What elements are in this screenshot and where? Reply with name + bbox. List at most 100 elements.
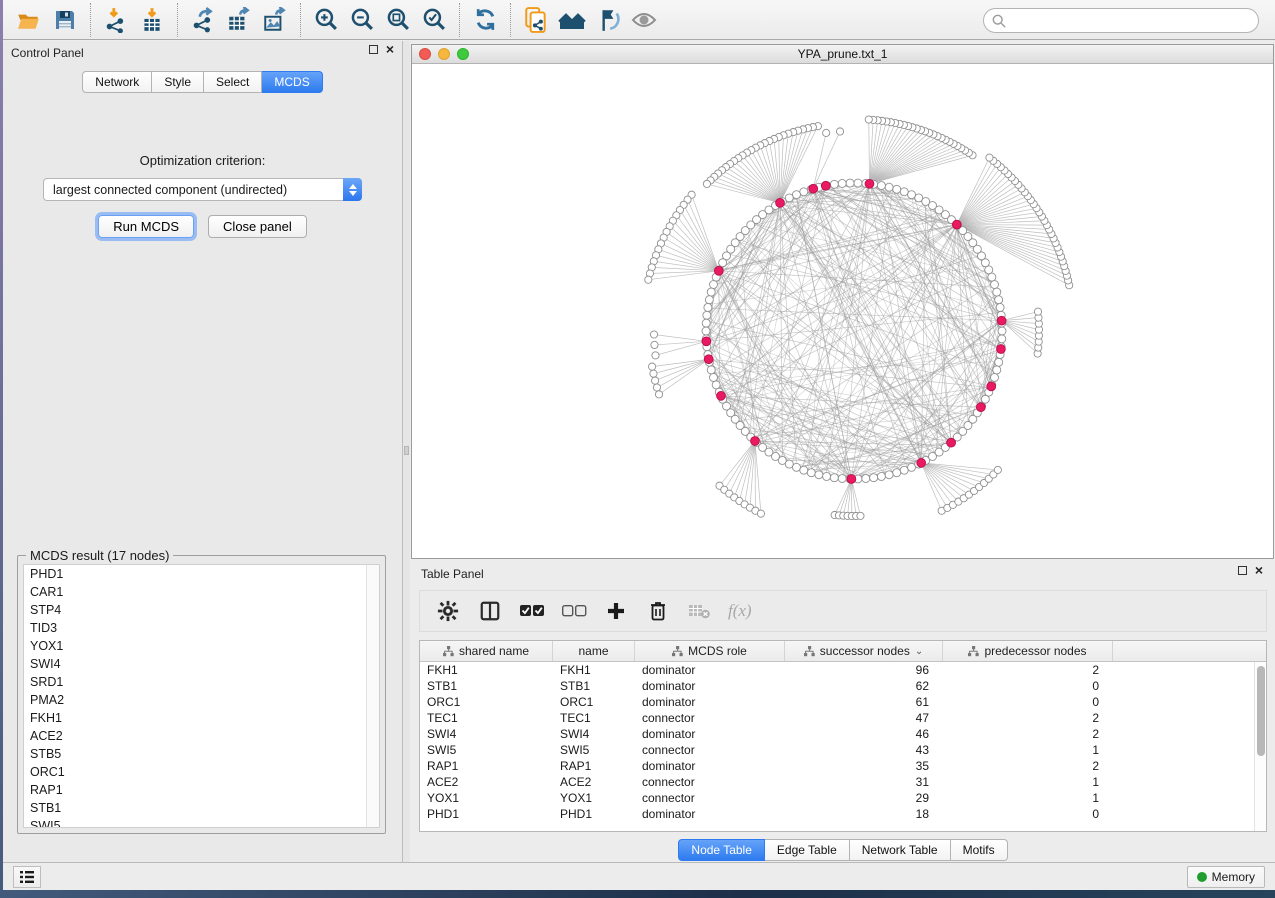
run-mcds-button[interactable]: Run MCDS <box>98 215 194 238</box>
search-field[interactable] <box>983 8 1259 33</box>
graph-node[interactable] <box>885 183 893 191</box>
graph-node[interactable] <box>993 288 1001 296</box>
graph-node[interactable] <box>893 185 901 193</box>
mcds-result-item[interactable]: STB1 <box>24 799 379 817</box>
graph-leaf-node[interactable] <box>650 370 657 377</box>
graph-leaf-node[interactable] <box>857 512 864 519</box>
table-settings-button[interactable] <box>434 597 462 625</box>
mcds-result-item[interactable]: CAR1 <box>24 583 379 601</box>
mcds-result-item[interactable]: ORC1 <box>24 763 379 781</box>
graph-node[interactable] <box>709 281 717 289</box>
tab-style[interactable]: Style <box>152 71 204 93</box>
graph-node[interactable] <box>996 303 1004 311</box>
table-cell[interactable]: TEC1 <box>553 710 635 726</box>
graph-node[interactable] <box>792 463 800 471</box>
close-panel-button[interactable]: Close panel <box>208 215 307 238</box>
table-cell[interactable]: 2 <box>943 726 1113 742</box>
table-cell[interactable]: YOX1 <box>553 790 635 806</box>
table-tab-edge-table[interactable]: Edge Table <box>765 839 850 861</box>
mcds-result-item[interactable]: STP4 <box>24 601 379 619</box>
table-row[interactable]: TEC1TEC1connector472 <box>420 710 1266 726</box>
table-cell[interactable]: ORC1 <box>553 694 635 710</box>
table-tab-motifs[interactable]: Motifs <box>951 839 1008 861</box>
table-cell[interactable]: STB1 <box>553 678 635 694</box>
table-cell[interactable]: RAP1 <box>420 758 553 774</box>
table-row[interactable]: SWI4SWI4dominator462 <box>420 726 1266 742</box>
graph-leaf-node[interactable] <box>757 510 764 517</box>
open-file-button[interactable] <box>11 4 47 36</box>
table-cell[interactable]: dominator <box>635 678 785 694</box>
graph-node[interactable] <box>707 288 715 296</box>
graph-node[interactable] <box>988 273 996 281</box>
table-cell[interactable]: TEC1 <box>420 710 553 726</box>
table-row[interactable]: FKH1FKH1dominator962 <box>420 662 1266 678</box>
table-cell[interactable]: dominator <box>635 694 785 710</box>
graph-leaf-node[interactable] <box>649 363 656 370</box>
delete-column-button[interactable] <box>644 597 672 625</box>
graph-node[interactable] <box>885 471 893 479</box>
table-cell[interactable]: ORC1 <box>420 694 553 710</box>
graph-leaf-node[interactable] <box>651 377 658 384</box>
tab-select[interactable]: Select <box>204 71 262 93</box>
graph-node[interactable] <box>900 188 908 196</box>
zoom-out-button[interactable] <box>344 4 380 36</box>
table-cell[interactable]: FKH1 <box>420 662 553 678</box>
table-cell[interactable]: 2 <box>943 758 1113 774</box>
graph-node[interactable] <box>709 373 717 381</box>
graph-mcds-node[interactable] <box>821 181 830 190</box>
mcds-result-item[interactable]: PHD1 <box>24 565 379 583</box>
graph-node[interactable] <box>838 179 846 187</box>
first-neighbors-button[interactable] <box>554 4 590 36</box>
graph-node[interactable] <box>877 182 885 190</box>
table-cell[interactable]: dominator <box>635 758 785 774</box>
graph-node[interactable] <box>838 475 846 483</box>
graph-mcds-node[interactable] <box>702 337 711 346</box>
network-graph[interactable] <box>412 64 1273 558</box>
graph-node[interactable] <box>702 319 710 327</box>
graph-node[interactable] <box>800 466 808 474</box>
graph-leaf-node[interactable] <box>823 129 830 136</box>
graph-leaf-node[interactable] <box>651 341 658 348</box>
import-network-button[interactable] <box>98 4 134 36</box>
table-cell[interactable]: 43 <box>785 742 943 758</box>
refresh-view-button[interactable] <box>467 4 503 36</box>
mcds-result-item[interactable]: ACE2 <box>24 727 379 745</box>
mcds-result-item[interactable]: SWI5 <box>24 817 379 828</box>
graph-node[interactable] <box>993 366 1001 374</box>
table-cell[interactable]: 1 <box>943 742 1113 758</box>
graph-node[interactable] <box>712 381 720 389</box>
table-row[interactable]: PHD1PHD1dominator180 <box>420 806 1266 822</box>
graph-leaf-node[interactable] <box>865 116 872 123</box>
graph-node[interactable] <box>998 327 1006 335</box>
graph-node[interactable] <box>830 180 838 188</box>
column-header-shared-name[interactable]: shared name <box>420 641 553 661</box>
table-tab-network-table[interactable]: Network Table <box>850 839 951 861</box>
graph-mcds-node[interactable] <box>717 391 726 400</box>
table-cell[interactable]: 62 <box>785 678 943 694</box>
graph-mcds-node[interactable] <box>704 355 713 364</box>
graph-leaf-node[interactable] <box>653 384 660 391</box>
mcds-result-item[interactable]: PMA2 <box>24 691 379 709</box>
graph-mcds-node[interactable] <box>776 198 785 207</box>
graph-node[interactable] <box>807 469 815 477</box>
graph-node[interactable] <box>702 327 710 335</box>
graph-node[interactable] <box>870 474 878 482</box>
import-table-button[interactable] <box>134 4 170 36</box>
export-image-button[interactable] <box>257 4 293 36</box>
float-panel-icon[interactable] <box>369 45 378 54</box>
column-header-name[interactable]: name <box>553 641 635 661</box>
table-cell[interactable]: SWI5 <box>553 742 635 758</box>
graph-leaf-node[interactable] <box>655 391 662 398</box>
graph-node[interactable] <box>830 474 838 482</box>
graph-node[interactable] <box>800 188 808 196</box>
table-cell[interactable]: connector <box>635 710 785 726</box>
zoom-selected-button[interactable] <box>416 4 452 36</box>
export-network-button[interactable] <box>185 4 221 36</box>
table-cell[interactable]: ACE2 <box>420 774 553 790</box>
graph-leaf-node[interactable] <box>703 180 710 187</box>
table-cell[interactable]: connector <box>635 790 785 806</box>
table-cell[interactable]: 0 <box>943 678 1113 694</box>
table-cell[interactable]: dominator <box>635 662 785 678</box>
table-cell[interactable]: 31 <box>785 774 943 790</box>
table-cell[interactable]: 0 <box>943 806 1113 822</box>
